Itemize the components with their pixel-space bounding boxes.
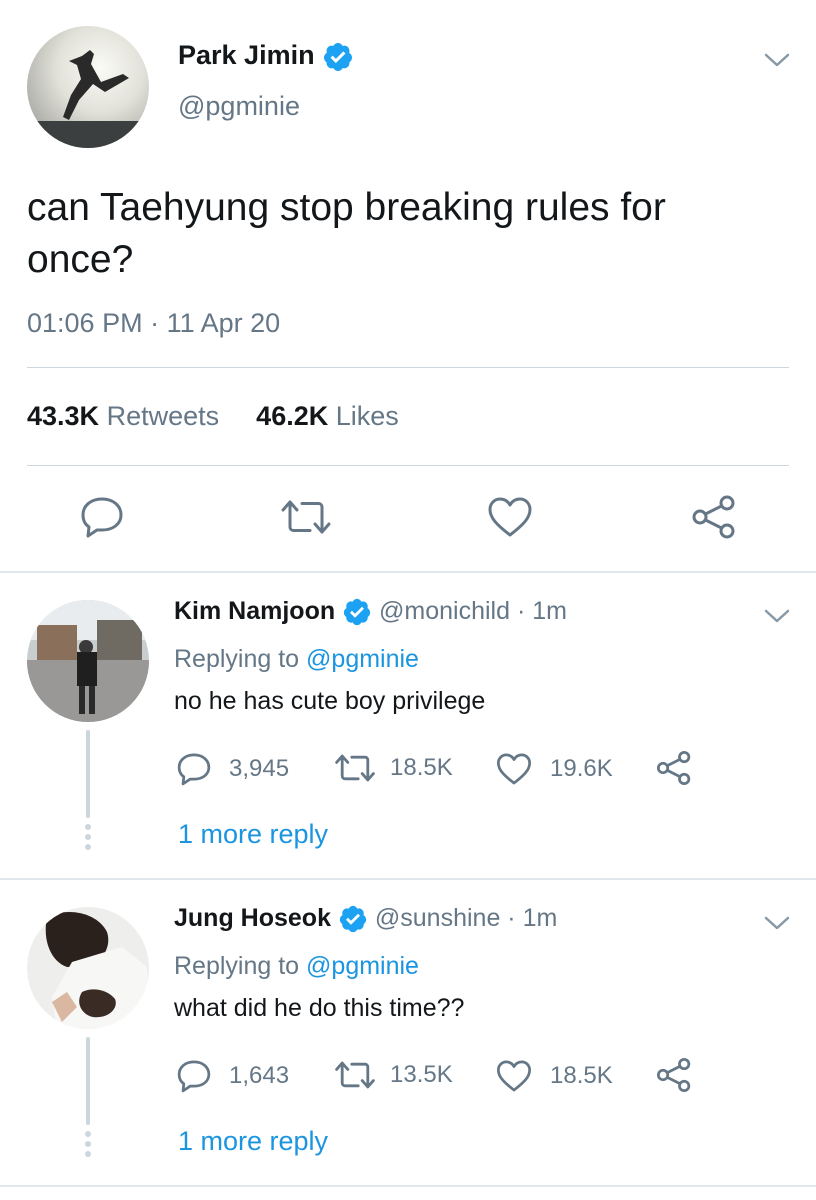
avatar-jung-hoseok[interactable] [27, 907, 149, 1029]
reply-count: 1,643 [229, 1062, 290, 1089]
retweets-label: Retweets [106, 401, 220, 431]
thread-line [86, 1037, 90, 1125]
section-divider [0, 571, 816, 573]
retweets-stat[interactable]: 43.3K Retweets [27, 401, 227, 431]
author-handle[interactable]: @sunshine [375, 904, 500, 932]
thread-dots [85, 824, 91, 854]
verified-badge-icon [339, 906, 367, 933]
divider [27, 367, 789, 368]
retweet-action[interactable]: 18.5K [334, 752, 453, 784]
more-replies-link[interactable]: 1 more reply [178, 819, 328, 850]
replying-to-label: Replying to [174, 645, 300, 673]
like-count: 18.5K [550, 1062, 613, 1089]
tweet-time: 01:06 PM [27, 308, 143, 338]
like-count: 19.6K [550, 755, 613, 782]
reply-text: what did he do this time?? [174, 994, 465, 1022]
share-icon[interactable] [655, 1057, 693, 1093]
chevron-down-icon[interactable] [763, 606, 791, 626]
author-handle[interactable]: @pgminie [178, 91, 300, 122]
likes-count: 46.2K [256, 401, 329, 431]
verified-badge-icon [343, 599, 371, 626]
reply-text: no he has cute boy privilege [174, 687, 486, 715]
retweet-count: 18.5K [390, 754, 453, 781]
reply-icon [177, 753, 211, 786]
meta-separator: · [516, 597, 526, 625]
replying-to-label: Replying to [174, 952, 300, 980]
like-icon [496, 753, 532, 785]
avatar-park-jimin[interactable] [27, 26, 149, 148]
retweet-icon [335, 1061, 375, 1089]
tweet-time-separator: · [150, 308, 160, 338]
verified-badge-icon [324, 42, 353, 71]
likes-stat[interactable]: 46.2K Likes [256, 401, 399, 431]
replying-to-link[interactable]: @pgminie [306, 645, 419, 673]
author-name[interactable]: Jung Hoseok [174, 904, 331, 932]
section-divider [0, 878, 816, 880]
thread-dots [85, 1131, 91, 1161]
more-replies-link[interactable]: 1 more reply [178, 1126, 328, 1157]
tweet-date: 11 Apr 20 [166, 308, 281, 338]
retweets-count: 43.3K [27, 401, 100, 431]
avatar-kim-namjoon[interactable] [27, 600, 149, 722]
chevron-down-icon[interactable] [763, 50, 791, 70]
thread-line [86, 730, 90, 818]
share-icon[interactable] [655, 750, 693, 786]
author-name[interactable]: Kim Namjoon [174, 597, 335, 625]
retweet-action[interactable]: 13.5K [334, 1059, 453, 1091]
meta-separator: · [507, 904, 516, 932]
like-action[interactable]: 19.6K [496, 752, 613, 786]
reply-icon [177, 1060, 211, 1093]
section-divider [0, 1185, 816, 1187]
replying-to-link[interactable]: @pgminie [306, 952, 419, 980]
retweet-icon[interactable] [280, 497, 332, 537]
reply-age: 1m [532, 597, 567, 625]
reply-count: 3,945 [229, 755, 290, 782]
reply-icon[interactable] [79, 496, 125, 538]
likes-label: Likes [335, 401, 399, 431]
reply-action[interactable]: 1,643 [176, 1059, 289, 1093]
divider [27, 465, 789, 466]
retweet-count: 13.5K [390, 1061, 453, 1088]
author-handle[interactable]: @monichild [379, 597, 510, 625]
author-name[interactable]: Park Jimin [178, 40, 315, 70]
reply-age: 1m [522, 904, 558, 932]
tweet-text: can Taehyung stop breaking rules for onc… [27, 186, 666, 281]
like-icon[interactable] [487, 496, 533, 538]
reply-action[interactable]: 3,945 [176, 752, 289, 786]
like-action[interactable]: 18.5K [496, 1059, 613, 1093]
like-icon [496, 1060, 532, 1092]
share-icon[interactable] [690, 494, 738, 540]
chevron-down-icon[interactable] [763, 913, 791, 933]
retweet-icon [335, 754, 375, 782]
